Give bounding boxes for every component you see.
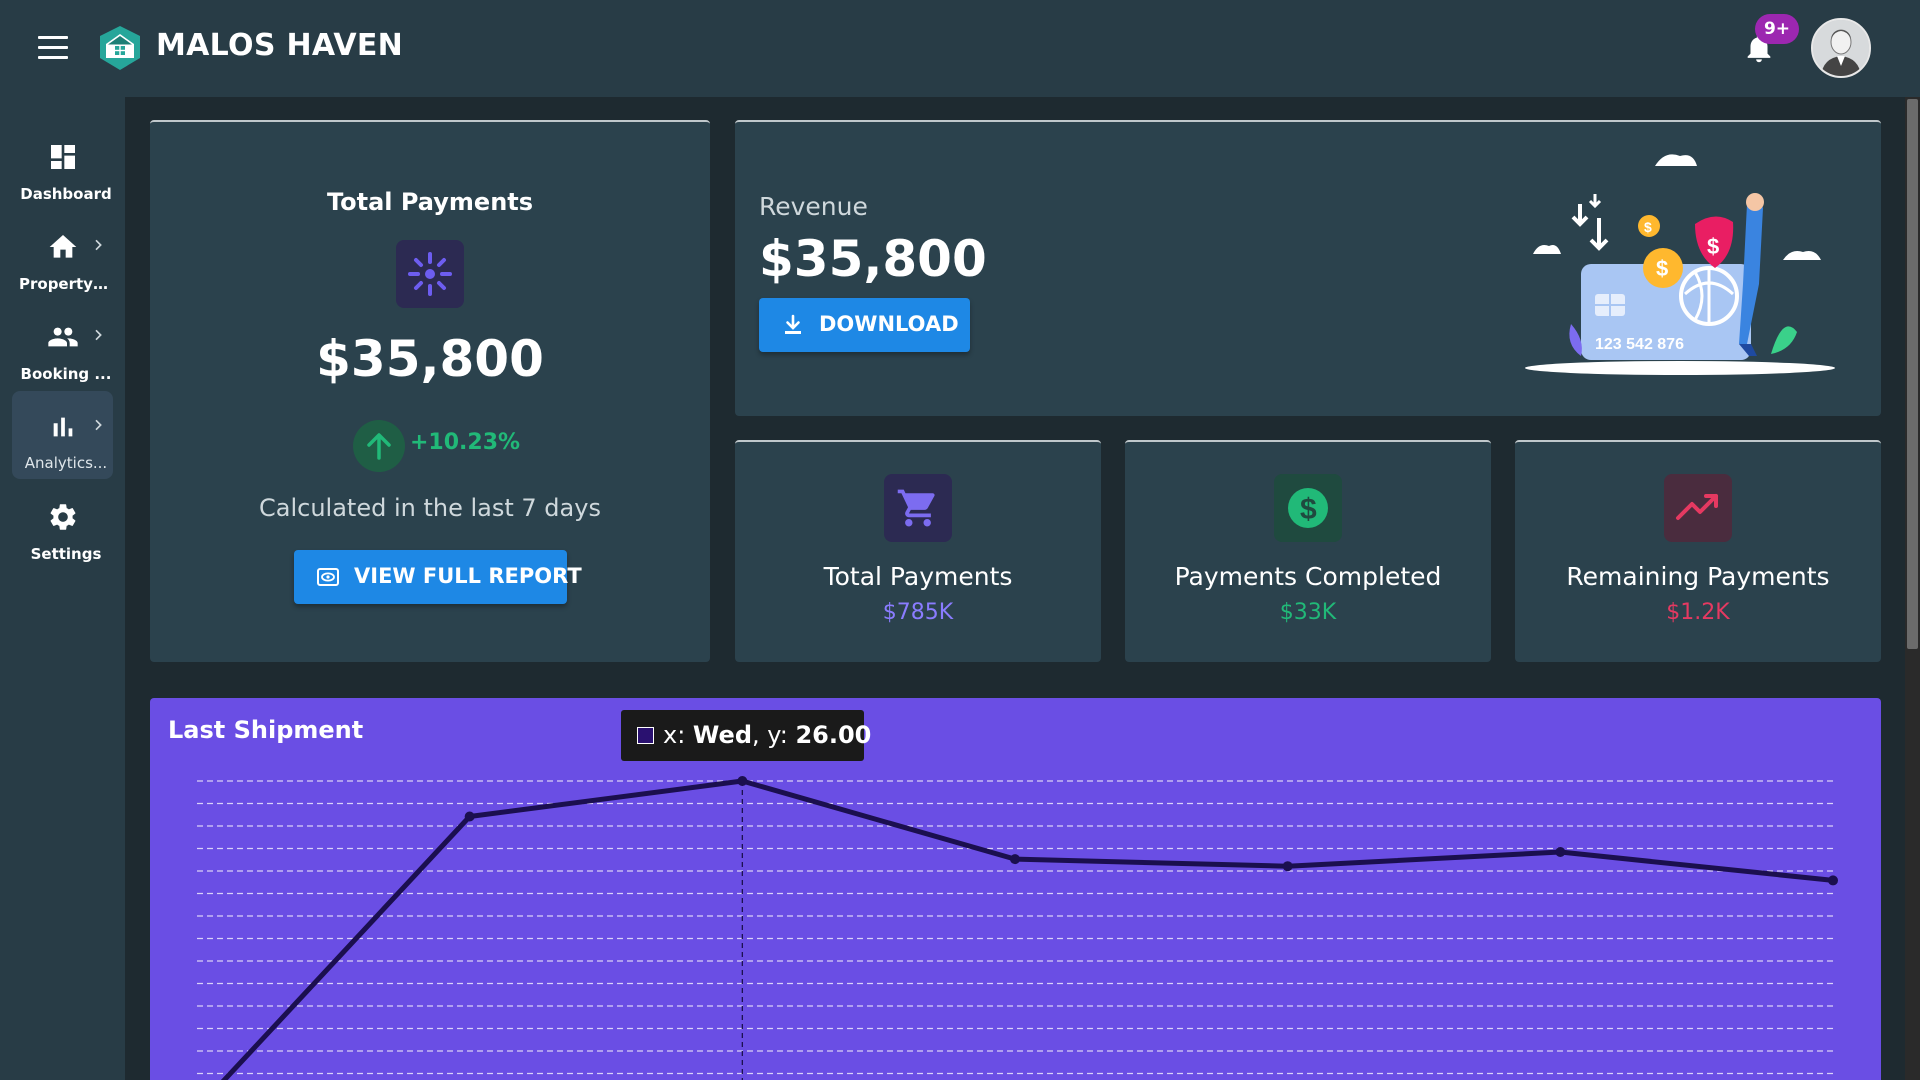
stat-card-remaining-payments: Remaining Payments $1.2K [1515, 440, 1881, 662]
svg-text:$: $ [1300, 493, 1317, 526]
dashboard-icon [51, 145, 75, 169]
user-portrait-icon [1813, 20, 1869, 76]
tooltip-y-value: 26.00 [795, 721, 872, 749]
revenue-amount: $35,800 [759, 230, 987, 288]
stat-value: $785K [882, 600, 954, 625]
svg-text:$: $ [1656, 256, 1668, 281]
tooltip-x-label: x: [663, 721, 693, 749]
last-shipment-chart-card: Last Shipment [150, 698, 1881, 1080]
people-icon [48, 327, 78, 347]
sidebar-item-label: Dashboard [20, 185, 112, 203]
card-title: Total Payments [326, 188, 534, 216]
period-caption: Calculated in the last 7 days [259, 494, 601, 522]
data-point-fri[interactable] [1282, 861, 1293, 872]
sidebar: Dashboard Property ... Booking ... Analy… [0, 97, 125, 1080]
stat-title: Total Payments [823, 562, 1013, 591]
download-icon [785, 314, 801, 334]
sidebar-item-property[interactable]: Property ... [12, 217, 113, 305]
sidebar-item-label: Booking ... [20, 365, 112, 383]
dollar-icon: $ [1288, 488, 1328, 528]
stat-card-payments-completed: $ Payments Completed $33K [1125, 440, 1491, 662]
data-point-tue[interactable] [464, 811, 475, 822]
view-full-report-button[interactable]: VIEW FULL REPORT [294, 550, 582, 604]
tooltip-y-label: , y: [752, 721, 796, 749]
change-percentage: +10.23% [410, 430, 521, 455]
download-button[interactable]: DOWNLOAD [759, 298, 970, 352]
button-label: DOWNLOAD [819, 312, 959, 336]
notification-count-badge: 9+ [1755, 14, 1799, 44]
revenue-card: Revenue $35,800 DOWNLOAD 123 542 876 $ $… [735, 120, 1881, 416]
page-scrollbar[interactable] [1905, 97, 1920, 1080]
cart-icon [897, 489, 935, 527]
brand-name: MALOS HAVEN [156, 28, 404, 63]
tooltip-x-value: Wed [692, 721, 752, 749]
stat-title: Payments Completed [1174, 562, 1442, 591]
menu-icon[interactable] [38, 36, 68, 60]
bar-chart-icon [53, 417, 73, 437]
data-point-wed[interactable] [737, 776, 748, 786]
tooltip-text: x: Wed, y: 26.00 [663, 721, 871, 749]
button-label: VIEW FULL REPORT [354, 564, 582, 588]
total-payments-amount: $35,800 [316, 330, 544, 388]
dollar-icon-box: $ [1274, 474, 1342, 542]
payment-illustration-icon: 123 542 876 $ $ $ [1525, 154, 1835, 375]
cart-icon-box [884, 474, 952, 542]
trend-up-arrow-icon [353, 420, 405, 472]
chevron-right-icon [95, 329, 102, 341]
report-view-icon [317, 568, 339, 586]
sidebar-item-label: Settings [30, 545, 102, 563]
top-app-bar: MALOS HAVEN 9+ [0, 0, 1920, 97]
data-point-sun[interactable] [1828, 875, 1838, 886]
trending-up-icon [1676, 494, 1718, 520]
home-icon [49, 235, 77, 258]
house-logo-icon [100, 26, 140, 70]
user-avatar[interactable] [1811, 18, 1871, 78]
stat-value: $33K [1279, 600, 1337, 625]
chart-tooltip: x: Wed, y: 26.00 [621, 710, 871, 761]
stat-title: Remaining Payments [1566, 562, 1830, 591]
sidebar-item-label: Property ... [19, 275, 113, 293]
gear-icon [50, 504, 76, 530]
trending-icon-box [1664, 474, 1732, 542]
stat-value: $1.2K [1666, 600, 1730, 625]
sidebar-item-analytics[interactable]: Analytics... [12, 391, 113, 479]
chevron-right-icon [95, 419, 102, 431]
svg-text:$: $ [1707, 234, 1719, 259]
data-point-thu[interactable] [1010, 854, 1020, 865]
scrollbar-thumb[interactable] [1907, 99, 1918, 649]
total-payments-card: Total Payments $35,800 +10.23% Calculate… [150, 120, 710, 662]
stat-card-total-payments: Total Payments $785K [735, 440, 1101, 662]
sparkle-icon [408, 252, 452, 296]
sidebar-item-label: Analytics... [24, 454, 108, 472]
chevron-right-icon [95, 239, 102, 251]
revenue-label: Revenue [759, 192, 868, 221]
sidebar-item-booking[interactable]: Booking ... [12, 307, 113, 395]
svg-text:$: $ [1644, 219, 1652, 235]
card-number: 123 542 876 [1595, 336, 1684, 353]
sidebar-item-dashboard[interactable]: Dashboard [12, 127, 113, 215]
data-point-sat[interactable] [1555, 847, 1566, 858]
line-chart[interactable] [150, 698, 1881, 1080]
series-swatch [637, 727, 654, 744]
sparkle-icon-box [396, 240, 464, 308]
sidebar-item-settings[interactable]: Settings [12, 487, 113, 575]
